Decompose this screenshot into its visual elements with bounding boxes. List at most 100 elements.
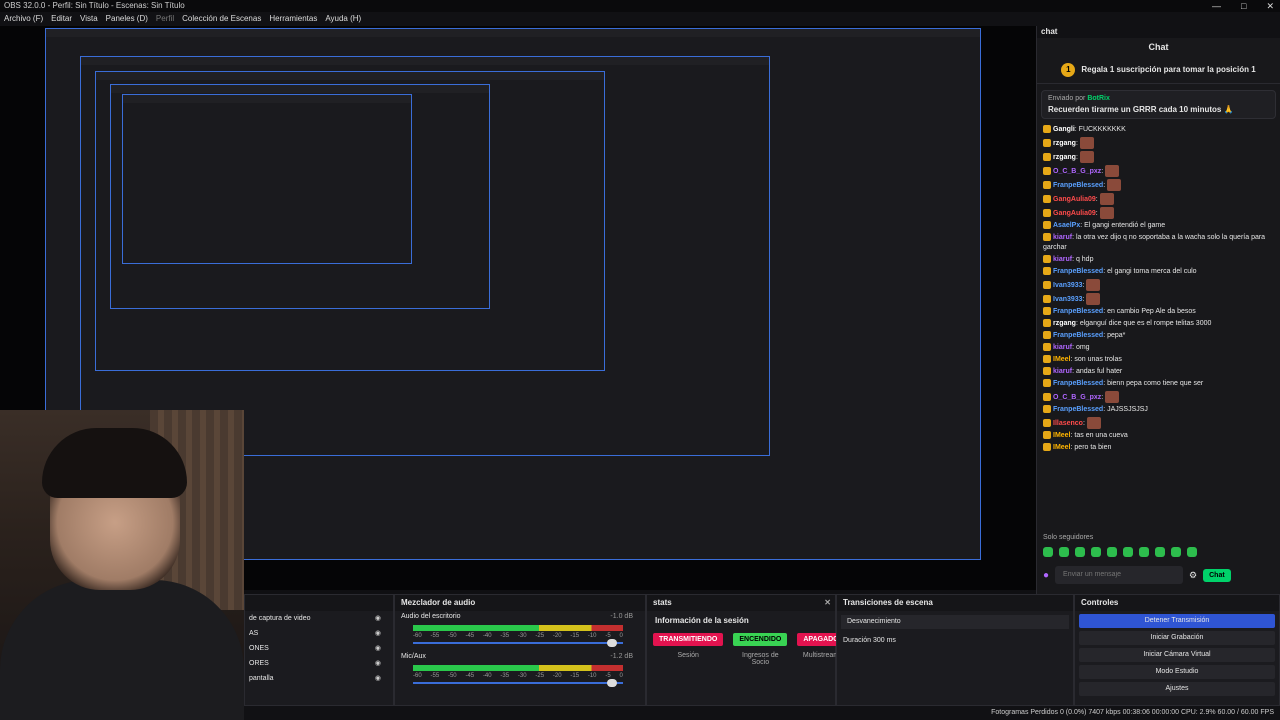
chat-username[interactable]: kiaruf (1053, 256, 1072, 263)
emote-icon[interactable] (1075, 547, 1085, 557)
chat-username[interactable]: IMeel (1053, 356, 1071, 363)
source-item[interactable]: de captura de video ◉ (245, 611, 393, 626)
emote-icon[interactable] (1091, 547, 1101, 557)
pinned-user[interactable]: BotRix (1087, 95, 1110, 102)
emote-image (1086, 293, 1101, 305)
eye-icon[interactable]: ◉ (375, 626, 381, 641)
chat-username[interactable]: rzgang (1053, 320, 1076, 327)
chat-message: FranpeBlessed: (1043, 179, 1274, 191)
volume-slider-knob[interactable] (606, 639, 617, 647)
transition-select[interactable]: Desvanecimiento (841, 615, 1069, 629)
menu-coleccion[interactable]: Colección de Escenas (182, 12, 261, 26)
emote-image (1105, 165, 1120, 177)
source-item[interactable]: ORES ◉ (245, 656, 393, 671)
emote-icon[interactable] (1107, 547, 1117, 557)
chat-username[interactable]: Ivan3933 (1053, 282, 1083, 289)
chat-username[interactable]: Ivan3933 (1053, 296, 1083, 303)
transitions-dock: Transiciones de escena Desvanecimiento D… (836, 594, 1074, 706)
emote-image (1107, 179, 1122, 191)
pinned-message[interactable]: Enviado por BotRix Recuerden tirarme un … (1041, 90, 1276, 119)
track-db: -1.2 dB (610, 653, 633, 660)
emote-icon[interactable] (1155, 547, 1165, 557)
chat-username[interactable]: FranpeBlessed (1053, 406, 1103, 413)
source-item[interactable]: pantalla ◉ (245, 671, 393, 686)
menu-perfil[interactable]: Perfil (156, 12, 174, 26)
emote-icon[interactable] (1171, 547, 1181, 557)
emote-icon[interactable] (1187, 547, 1197, 557)
controls-dock: Controles Detener Transmisión Iniciar Gr… (1074, 594, 1280, 706)
emote-icon[interactable] (1139, 547, 1149, 557)
chat-username[interactable]: O_C_B_G_pxz (1053, 394, 1101, 401)
emote-icon[interactable] (1043, 547, 1053, 557)
settings-icon[interactable]: ⚙ (1189, 570, 1197, 581)
eye-icon[interactable]: ◉ (375, 671, 381, 686)
chat-message: Gangli: FUCKKKKKKK (1043, 125, 1274, 135)
chat-message: kiaruf: andas ful hater (1043, 367, 1274, 377)
studio-mode-button[interactable]: Modo Estudio (1079, 665, 1275, 679)
chat-dock: chat Chat 1 Regala 1 suscripción para to… (1036, 26, 1280, 594)
chat-username[interactable]: kiaruf (1053, 344, 1072, 351)
followers-only-label: Solo seguidores (1043, 534, 1094, 541)
menu-archivo[interactable]: Archivo (F) (4, 12, 43, 26)
chat-username[interactable]: FranpeBlessed (1053, 332, 1103, 339)
chat-username[interactable]: Illasenco (1053, 420, 1083, 427)
start-virtualcam-button[interactable]: Iniciar Cámara Virtual (1079, 648, 1275, 662)
eye-icon[interactable]: ◉ (375, 641, 381, 656)
menu-herramientas[interactable]: Herramientas (269, 12, 317, 26)
chat-username[interactable]: O_C_B_G_pxz (1053, 168, 1101, 175)
close-button[interactable]: ✕ (1266, 0, 1274, 12)
volume-slider-knob[interactable] (606, 679, 617, 687)
promo-text: Regala 1 suscripción para tomar la posic… (1081, 65, 1256, 74)
chat-username[interactable]: AsaelPx (1053, 222, 1080, 229)
badge-icon (1043, 221, 1051, 230)
emote-icon[interactable] (1123, 547, 1133, 557)
emote-icon[interactable] (1059, 547, 1069, 557)
stop-stream-button[interactable]: Detener Transmisión (1079, 614, 1275, 628)
volume-slider[interactable] (413, 682, 623, 684)
badge-icon (1043, 393, 1051, 401)
badge-icon (1043, 153, 1051, 161)
chat-username[interactable]: FranpeBlessed (1053, 380, 1103, 387)
chat-message: IMeel: son unas trolas (1043, 355, 1274, 365)
badge-icon (1043, 267, 1051, 276)
chat-username[interactable]: IMeel (1053, 432, 1071, 439)
send-chat-button[interactable]: Chat (1203, 568, 1231, 582)
menu-vista[interactable]: Vista (80, 12, 98, 26)
chat-username[interactable]: GangAulia09 (1053, 210, 1096, 217)
close-icon[interactable]: ✕ (824, 595, 831, 611)
eye-icon[interactable]: ◉ (375, 656, 381, 671)
chat-username[interactable]: kiaruf (1053, 234, 1072, 241)
window-title: OBS 32.0.0 - Perfil: Sin Título - Escena… (4, 1, 185, 10)
volume-meter (413, 625, 623, 631)
chat-username[interactable]: Gangli (1053, 126, 1075, 133)
maximize-button[interactable]: □ (1241, 0, 1246, 12)
source-item[interactable]: ONES ◉ (245, 641, 393, 656)
gift-sub-promo[interactable]: 1 Regala 1 suscripción para tomar la pos… (1037, 56, 1280, 84)
person-hair (42, 428, 187, 498)
chat-title: Chat (1148, 42, 1169, 52)
menu-paneles[interactable]: Paneles (D) (106, 12, 148, 26)
chat-text: son unas trolas (1074, 356, 1122, 363)
start-recording-button[interactable]: Iniciar Grabación (1079, 631, 1275, 645)
source-item[interactable]: AS ◉ (245, 626, 393, 641)
chat-username[interactable]: FranpeBlessed (1053, 182, 1103, 189)
eye-icon[interactable]: ◉ (375, 611, 381, 626)
minimize-button[interactable]: — (1212, 0, 1221, 12)
chat-username[interactable]: rzgang (1053, 140, 1076, 147)
duration-value[interactable]: 300 ms (873, 637, 896, 644)
volume-slider[interactable] (413, 642, 623, 644)
stat-transmitting: TRANSMITIENDO Sesión (653, 632, 724, 666)
chat-username[interactable]: rzgang (1053, 154, 1076, 161)
mic-icon[interactable]: ● (1043, 570, 1049, 581)
chat-username[interactable]: GangAulia09 (1053, 196, 1096, 203)
menu-ayuda[interactable]: Ayuda (H) (325, 12, 361, 26)
menu-editar[interactable]: Editar (51, 12, 72, 26)
chat-message-input[interactable] (1055, 566, 1184, 584)
chat-username[interactable]: FranpeBlessed (1053, 308, 1103, 315)
chat-username[interactable]: FranpeBlessed (1053, 268, 1103, 275)
settings-button[interactable]: Ajustes (1079, 682, 1275, 696)
chat-text: bienn pepa como tiene que ser (1107, 380, 1204, 387)
chat-username[interactable]: kiaruf (1053, 368, 1072, 375)
chat-username[interactable]: IMeel (1053, 444, 1071, 451)
badge-icon (1043, 255, 1051, 264)
